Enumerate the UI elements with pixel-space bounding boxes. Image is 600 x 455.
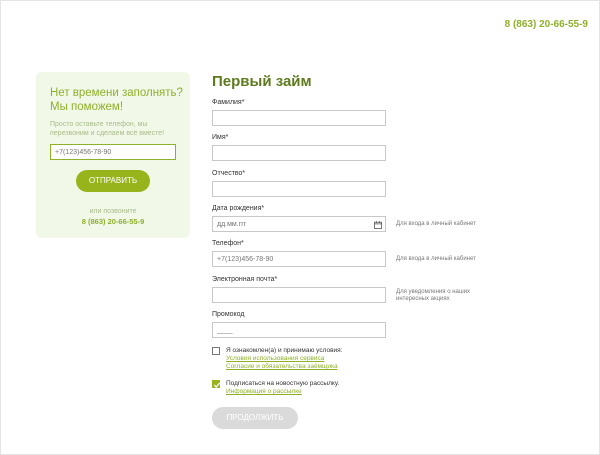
checkmark-icon <box>213 382 221 388</box>
birth-date-hint: Для входа в личный кабинет <box>396 221 476 227</box>
form-title: Первый займ <box>212 73 312 90</box>
consent-text: Я ознакомлен(а) и принимаю условия: <box>226 347 343 354</box>
email-hint: Для уведомления о наших интересных акция… <box>396 289 471 302</box>
callback-phone-input[interactable] <box>50 144 176 160</box>
last-name-label: Фамилия* <box>212 99 245 106</box>
consent-checkbox[interactable] <box>212 347 220 355</box>
send-button[interactable]: ОТПРАВИТЬ <box>76 170 150 192</box>
callback-or-call: или позвоните <box>89 208 137 215</box>
continue-button[interactable]: ПРОДОЛЖИТЬ <box>212 407 298 429</box>
callback-title: Нет времени заполнять? Мы поможем! <box>50 87 183 113</box>
callback-panel: Нет времени заполнять? Мы поможем! Прост… <box>36 72 190 238</box>
phone-hint: Для входа в личный кабинет <box>396 256 476 262</box>
first-name-input[interactable] <box>212 145 386 161</box>
birth-date-label: Дата рождения* <box>212 205 265 212</box>
birth-date-input[interactable] <box>212 216 386 232</box>
phone-input[interactable] <box>212 251 386 267</box>
first-name-label: Имя* <box>212 134 229 141</box>
terms-link[interactable]: Условия использования сервиса <box>226 355 324 362</box>
callback-phone[interactable]: 8 (863) 20-66-55-9 <box>36 217 190 226</box>
newsletter-checkbox[interactable] <box>212 380 221 388</box>
header-phone[interactable]: 8 (863) 20-66-55-9 <box>505 19 588 30</box>
promo-label: Промокод <box>212 311 245 318</box>
phone-label: Телефон* <box>212 240 244 247</box>
newsletter-info-link[interactable]: Информация о рассылке <box>226 388 302 395</box>
calendar-icon[interactable] <box>374 221 382 229</box>
middle-name-input[interactable] <box>212 181 386 197</box>
last-name-input[interactable] <box>212 110 386 126</box>
middle-name-label: Отчество* <box>212 170 246 177</box>
callback-description: Просто оставьте телефон, мы перезвоним и… <box>50 121 165 137</box>
promo-input[interactable] <box>212 322 386 338</box>
newsletter-text: Подписаться на новостную рассылку. <box>226 380 340 387</box>
borrower-agreement-link[interactable]: Согласие и обязательства заёмщика <box>226 363 338 370</box>
email-input[interactable] <box>212 287 386 303</box>
email-label: Электронная почта* <box>212 276 278 283</box>
